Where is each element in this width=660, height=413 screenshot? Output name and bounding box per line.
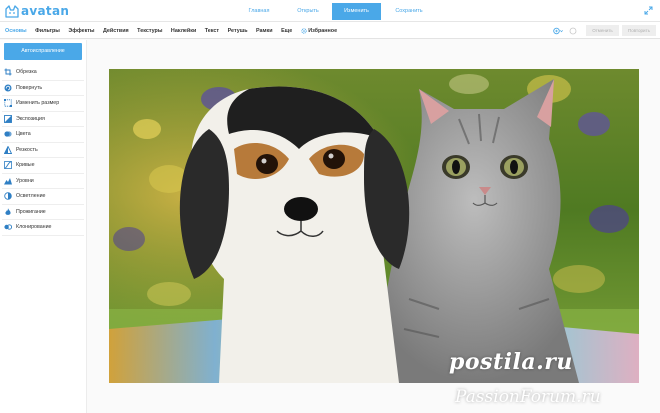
- menu-items: Основы Фильтры Эффекты Действия Текстуры…: [5, 22, 346, 39]
- tool-label: Цвета: [16, 131, 31, 138]
- tab-open[interactable]: Открыть: [284, 3, 332, 20]
- tool-label: Экспозиция: [16, 115, 45, 122]
- logo[interactable]: avatan: [5, 3, 69, 19]
- lighten-icon: [4, 192, 12, 200]
- tool-curves[interactable]: Кривые: [2, 158, 84, 174]
- menu-favorites[interactable]: Избранное: [301, 28, 337, 34]
- menu-actions[interactable]: Действия: [103, 28, 129, 34]
- tool-burn[interactable]: Прожигание: [2, 205, 84, 220]
- tool-list: Обрезка Повернуть Изменить размер Экспоз…: [2, 65, 84, 236]
- tab-edit[interactable]: Изменить: [332, 3, 381, 20]
- levels-icon: [4, 177, 12, 185]
- tool-label: Обрезка: [16, 69, 37, 76]
- tool-label: Клонирование: [16, 224, 52, 231]
- tool-label: Повернуть: [16, 84, 43, 91]
- menu-more[interactable]: Еще: [281, 28, 292, 34]
- rotate-icon: [4, 84, 12, 92]
- menu-textures[interactable]: Текстуры: [137, 28, 162, 34]
- top-tabs: Главная Открыть Изменить Сохранить: [234, 3, 437, 20]
- crop-icon: [4, 68, 12, 76]
- curves-icon: [4, 161, 12, 170]
- tab-home[interactable]: Главная: [234, 3, 284, 20]
- exposure-icon: [4, 114, 12, 123]
- menu-text[interactable]: Текст: [205, 28, 219, 34]
- undo-button[interactable]: Отменить: [586, 25, 619, 36]
- menu-effects[interactable]: Эффекты: [68, 28, 94, 34]
- zoom-icon: [553, 27, 563, 34]
- favorites-label: Избранное: [308, 27, 338, 34]
- watermark-passionforum: PassionForum.ru: [455, 387, 601, 407]
- compare-icon: [569, 27, 577, 34]
- compare-control[interactable]: [568, 26, 578, 36]
- tab-save[interactable]: Сохранить: [381, 3, 437, 20]
- menu-filters[interactable]: Фильтры: [35, 28, 60, 34]
- top-bar: avatan Главная Открыть Изменить Сохранит…: [0, 0, 660, 22]
- tool-lighten[interactable]: Осветление: [2, 189, 84, 205]
- favorites-gear-icon: [301, 27, 307, 34]
- auto-fix-button[interactable]: Автоисправление: [4, 43, 82, 60]
- tool-clone[interactable]: Клонирование: [2, 220, 84, 236]
- tool-label: Прожигание: [16, 208, 46, 215]
- tools-sidebar: Автоисправление Обрезка Повернуть Измени…: [0, 40, 87, 413]
- sharpness-icon: [4, 145, 12, 154]
- tool-levels[interactable]: Уровни: [2, 174, 84, 189]
- tool-label: Изменить размер: [16, 100, 60, 107]
- zoom-control[interactable]: [553, 26, 563, 36]
- tool-label: Резкость: [16, 146, 38, 153]
- tool-label: Осветление: [16, 193, 46, 200]
- tool-resize[interactable]: Изменить размер: [2, 96, 84, 112]
- burn-icon: [4, 208, 12, 216]
- menu-stickers[interactable]: Наклейки: [171, 28, 196, 34]
- clone-icon: [4, 223, 12, 231]
- menu-frames[interactable]: Рамки: [256, 28, 273, 34]
- menu-retouch[interactable]: Ретушь: [228, 28, 248, 34]
- tool-label: Кривые: [16, 162, 35, 169]
- logo-text: avatan: [21, 4, 70, 18]
- logo-cat-icon: [5, 4, 19, 18]
- tool-colors[interactable]: Цвета: [2, 127, 84, 143]
- history-controls: Отменить Повторить: [553, 25, 656, 36]
- colors-icon: [4, 130, 12, 138]
- photo-puppy-and-kitten[interactable]: [109, 69, 639, 383]
- tool-label: Уровни: [16, 177, 34, 184]
- tool-exposure[interactable]: Экспозиция: [2, 112, 84, 127]
- menu-bar: Основы Фильтры Эффекты Действия Текстуры…: [0, 22, 660, 39]
- fullscreen-icon[interactable]: [644, 6, 653, 15]
- tool-crop[interactable]: Обрезка: [2, 65, 84, 81]
- tool-rotate[interactable]: Повернуть: [2, 81, 84, 96]
- tool-sharpness[interactable]: Резкость: [2, 143, 84, 158]
- canvas-area: [88, 40, 660, 413]
- watermark-postila: postila.ru: [449, 349, 573, 375]
- photo-illustration: [109, 69, 639, 383]
- redo-button[interactable]: Повторить: [622, 25, 656, 36]
- resize-icon: [4, 99, 12, 108]
- menu-basics[interactable]: Основы: [5, 28, 27, 34]
- editor-app: avatan Главная Открыть Изменить Сохранит…: [0, 0, 660, 413]
